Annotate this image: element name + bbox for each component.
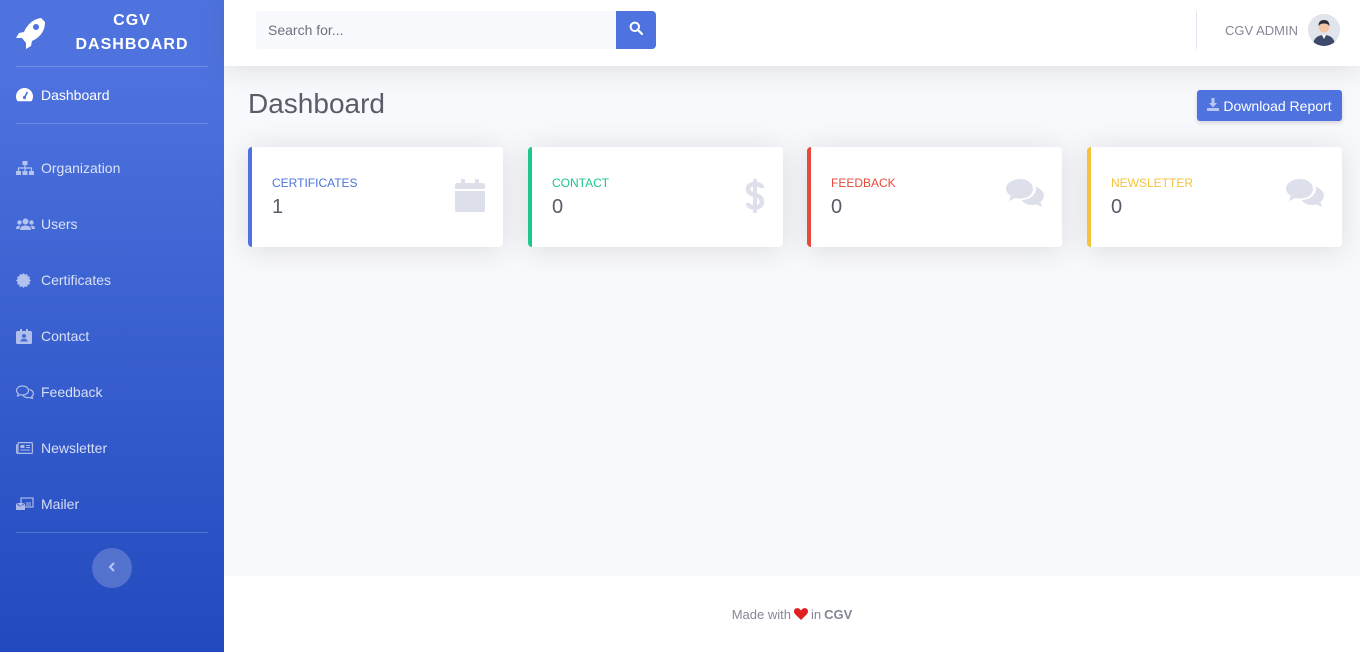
sidebar-item-organization[interactable]: Organization [0,140,224,196]
certificate-icon [16,272,36,288]
search-input[interactable] [256,11,616,49]
footer-prefix: Made with [731,606,791,622]
sitemap-icon [16,160,36,176]
footer-middle: in [810,606,822,622]
footer-brand: CGV [824,606,853,622]
download-icon [1207,97,1223,114]
chevron-left-icon [108,559,116,577]
sidebar-item-label: Newsletter [41,440,108,456]
page-title: Dashboard [248,88,385,119]
footer: Made with in CGV [224,576,1360,652]
sidebar-divider [16,532,208,533]
newspaper-icon [16,440,36,456]
sidebar-item-newsletter[interactable]: Newsletter [0,420,224,476]
sidebar-item-certificates[interactable]: Certificates [0,252,224,308]
topbar: CGV ADMIN [224,0,1360,66]
download-report-label: Download Report [1223,97,1332,114]
card-value: 1 [272,196,284,218]
search-form [256,11,656,49]
stat-card-certificates: CERTIFICATES 1 [248,147,503,247]
comments-icon [1006,179,1044,214]
card-label: FEEDBACK [831,176,896,190]
sidebar-item-feedback[interactable]: Feedback [0,364,224,420]
sidebar-item-users[interactable]: Users [0,196,224,252]
heart-icon [793,608,808,620]
sidebar-item-mailer[interactable]: Mailer [0,476,224,532]
user-dropdown[interactable]: CGV ADMIN [1225,14,1340,46]
card-label: CERTIFICATES [272,176,358,190]
dollar-icon [745,179,765,218]
users-icon [16,216,36,232]
stat-card-newsletter: NEWSLETTER 0 [1087,147,1342,247]
tachometer-icon [16,87,36,103]
sidebar-item-label: Users [41,216,78,232]
sidebar-item-dashboard[interactable]: Dashboard [0,67,224,123]
sidebar-item-label: Contact [41,328,90,344]
sidebar-item-label: Organization [41,160,121,176]
rocket-icon [14,16,48,50]
sidebar-item-label: Dashboard [41,87,110,103]
card-value: 0 [552,196,564,218]
search-icon [629,21,644,40]
avatar [1307,14,1340,46]
brand-line-2: DASHBOARD [75,36,189,53]
sidebar-item-label: Feedback [41,384,103,400]
sidebar-toggle-button[interactable] [92,548,132,588]
card-value: 0 [1111,196,1123,218]
sidebar-item-label: Certificates [41,272,112,288]
stat-card-feedback: FEEDBACK 0 [807,147,1062,247]
stat-card-contact: CONTACT 0 [528,147,783,247]
card-label: NEWSLETTER [1111,176,1194,190]
comments-icon [16,384,36,400]
sidebar: CGV DASHBOARD Dashboard Organization Use… [0,0,224,652]
comments-icon [1286,179,1324,214]
download-report-button[interactable]: Download Report [1197,90,1342,121]
search-button[interactable] [616,11,656,49]
user-name: CGV ADMIN [1225,22,1298,38]
topbar-divider [1196,11,1197,49]
sidebar-brand[interactable]: CGV DASHBOARD [0,0,224,66]
sidebar-item-contact[interactable]: Contact [0,308,224,364]
card-label: CONTACT [552,176,610,190]
card-value: 0 [831,196,843,218]
mail-bulk-icon [16,496,36,512]
sidebar-item-label: Mailer [41,496,80,512]
address-book-icon [16,328,36,344]
brand-line-1: CGV [113,12,151,29]
calendar-icon [455,179,485,217]
